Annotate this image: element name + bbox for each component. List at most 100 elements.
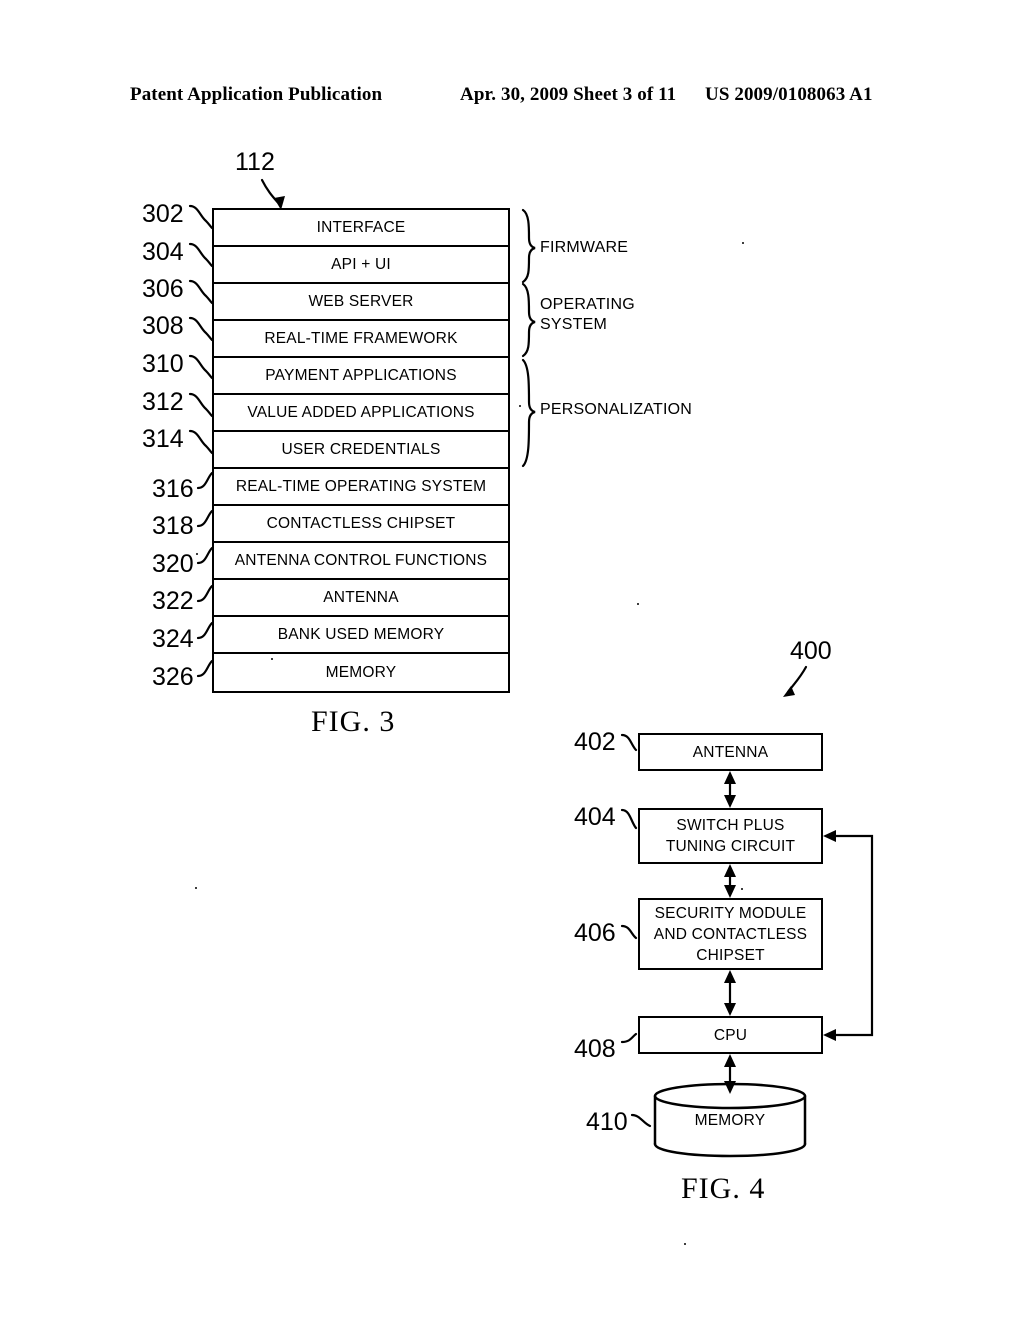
fig3-ref-310: 310 [142,350,184,378]
fig3-row-contactless-chipset: CONTACTLESS CHIPSET [214,506,508,543]
fig4-arrowhead-down-2 [724,885,736,898]
fig3-row-antenna-control-functions: ANTENNA CONTROL FUNCTIONS [214,543,508,580]
fig3-row-web-server: WEB SERVER [214,284,508,321]
fig4-block-antenna: ANTENNA [638,733,823,771]
drawing-line-overlay [188,178,874,1158]
fig3-row-bank-used-memory: BANK USED MEMORY [214,617,508,654]
fig4-arrowhead-into-switch [823,830,836,842]
fig3-row-value-added-applications: VALUE ADDED APPLICATIONS [214,395,508,432]
fig3-brace-os-line1: OPERATING [540,296,635,313]
fig4-ref-406: 406 [574,919,616,947]
scan-speck [637,603,639,605]
fig3-ref-302: 302 [142,200,184,228]
fig4-ref-408: 408 [574,1035,616,1063]
fig4-ref-410: 410 [586,1108,628,1136]
fig3-row-antenna: ANTENNA [214,580,508,617]
scan-speck [741,888,743,890]
fig4-arrowhead-down-1 [724,795,736,808]
fig3-leader-322 [196,584,214,603]
fig3-row-real-time-operating-system: REAL-TIME OPERATING SYSTEM [214,469,508,506]
fig3-brace-firmware-line1: FIRMWARE [540,239,629,256]
fig3-brace-firmware [521,208,536,284]
fig3-ref-306: 306 [142,275,184,303]
fig3-row-memory: MEMORY [325,663,397,681]
fig3-brace-label-personalization: PERSONALIZATION [540,400,692,420]
fig4-block-security-module-contactless-chipset: SECURITY MODULE AND CONTACTLESS CHIPSET [638,898,823,970]
fig4-ref-404: 404 [574,803,616,831]
fig4-block-cpu: CPU [638,1016,823,1054]
fig3-leader-308 [188,316,214,342]
fig4-caption: FIG. 4 [681,1172,766,1205]
fig4-feedback-loop [825,834,874,1037]
fig3-brace-personalization-line1: PERSONALIZATION [540,401,693,418]
scan-speck [519,405,521,407]
fig3-row-real-time-framework: REAL-TIME FRAMEWORK [214,321,508,358]
fig4-ref-402: 402 [574,728,616,756]
fig3-leader-310 [188,354,214,380]
fig3-layer-stack: INTERFACE API + UI WEB SERVER REAL-TIME … [212,208,510,693]
patent-drawing-page: Patent Application Publication Apr. 30, … [0,0,1024,1320]
fig3-ref-304: 304 [142,238,184,266]
fig3-ref-320: 320 [152,550,194,578]
scan-speck [195,887,197,889]
fig3-brace-label-firmware: FIRMWARE [540,238,628,258]
fig3-callout-112-leader [260,178,282,207]
fig3-leader-314 [188,429,214,455]
fig3-row-interface: INTERFACE [214,210,508,247]
fig4-arrowhead-into-cpu [823,1029,836,1041]
header-date-sheet: Apr. 30, 2009 Sheet 3 of 11 [460,84,677,105]
fig3-brace-personalization [521,358,536,468]
fig3-leader-318 [196,509,214,528]
fig4-arrowhead-up-1 [724,771,736,784]
fig3-leader-304 [188,242,214,268]
fig4-leader-402 [620,733,638,752]
fig3-ref-322: 322 [152,587,194,615]
fig3-ref-324: 324 [152,625,194,653]
fig4-callout-400-leader [786,665,808,694]
fig4-arrowhead-up-4 [724,1054,736,1067]
fig3-ref-312: 312 [142,388,184,416]
fig3-row-api-ui: API + UI [214,247,508,284]
fig3-brace-label-operating-system: OPERATING SYSTEM [540,295,635,335]
header-publication-number: US 2009/0108063 A1 [705,84,873,105]
fig3-caption: FIG. 3 [311,705,396,738]
fig4-memory-label: MEMORY [694,1112,766,1129]
fig3-leader-324 [196,621,214,640]
fig3-ref-308: 308 [142,312,184,340]
fig3-leader-326 [196,659,214,678]
fig4-block-switch-tuning-circuit: SWITCH PLUS TUNING CIRCUIT [638,808,823,864]
header-publication-title: Patent Application Publication [130,84,383,105]
fig4-antenna-label: ANTENNA [692,743,769,761]
fig3-ref-326: 326 [152,663,194,691]
fig4-switch-label-line2: TUNING CIRCUIT [665,838,796,855]
fig3-ref-318: 318 [152,512,194,540]
scan-speck [196,553,198,555]
fig4-callout-400-arrowhead [783,686,795,697]
fig4-secmod-label-line2: AND CONTACTLESS [653,925,808,943]
fig3-ref-314: 314 [142,425,184,453]
fig3-row-payment-applications: PAYMENT APPLICATIONS [214,358,508,395]
fig3-leader-316 [196,471,214,490]
fig4-arrowhead-up-2 [724,864,736,877]
fig4-assembly-ref-400: 400 [790,637,832,665]
fig3-leader-312 [188,392,214,418]
fig4-leader-406 [620,924,638,940]
fig3-brace-os-line2: SYSTEM [540,316,607,333]
fig4-leader-408 [620,1032,638,1044]
fig4-switch-label-line1: SWITCH PLUS [676,817,785,834]
fig4-leader-410 [630,1113,652,1128]
fig3-ref-316: 316 [152,475,194,503]
fig4-block-memory-cylinder: MEMORY [655,1086,805,1156]
fig3-row-user-credentials: USER CREDENTIALS [214,432,508,469]
fig3-leader-302 [188,204,214,230]
scan-speck [271,658,273,660]
scan-speck [742,242,744,244]
fig3-leader-306 [188,279,214,305]
scan-speck [684,1243,686,1245]
fig3-leader-320 [196,546,214,565]
fig4-cpu-label: CPU [713,1026,748,1044]
fig4-arrowhead-up-3 [724,970,736,983]
fig3-assembly-ref-112: 112 [235,148,275,176]
fig4-secmod-label-line3: CHIPSET [696,946,765,964]
fig4-leader-404 [620,808,638,830]
